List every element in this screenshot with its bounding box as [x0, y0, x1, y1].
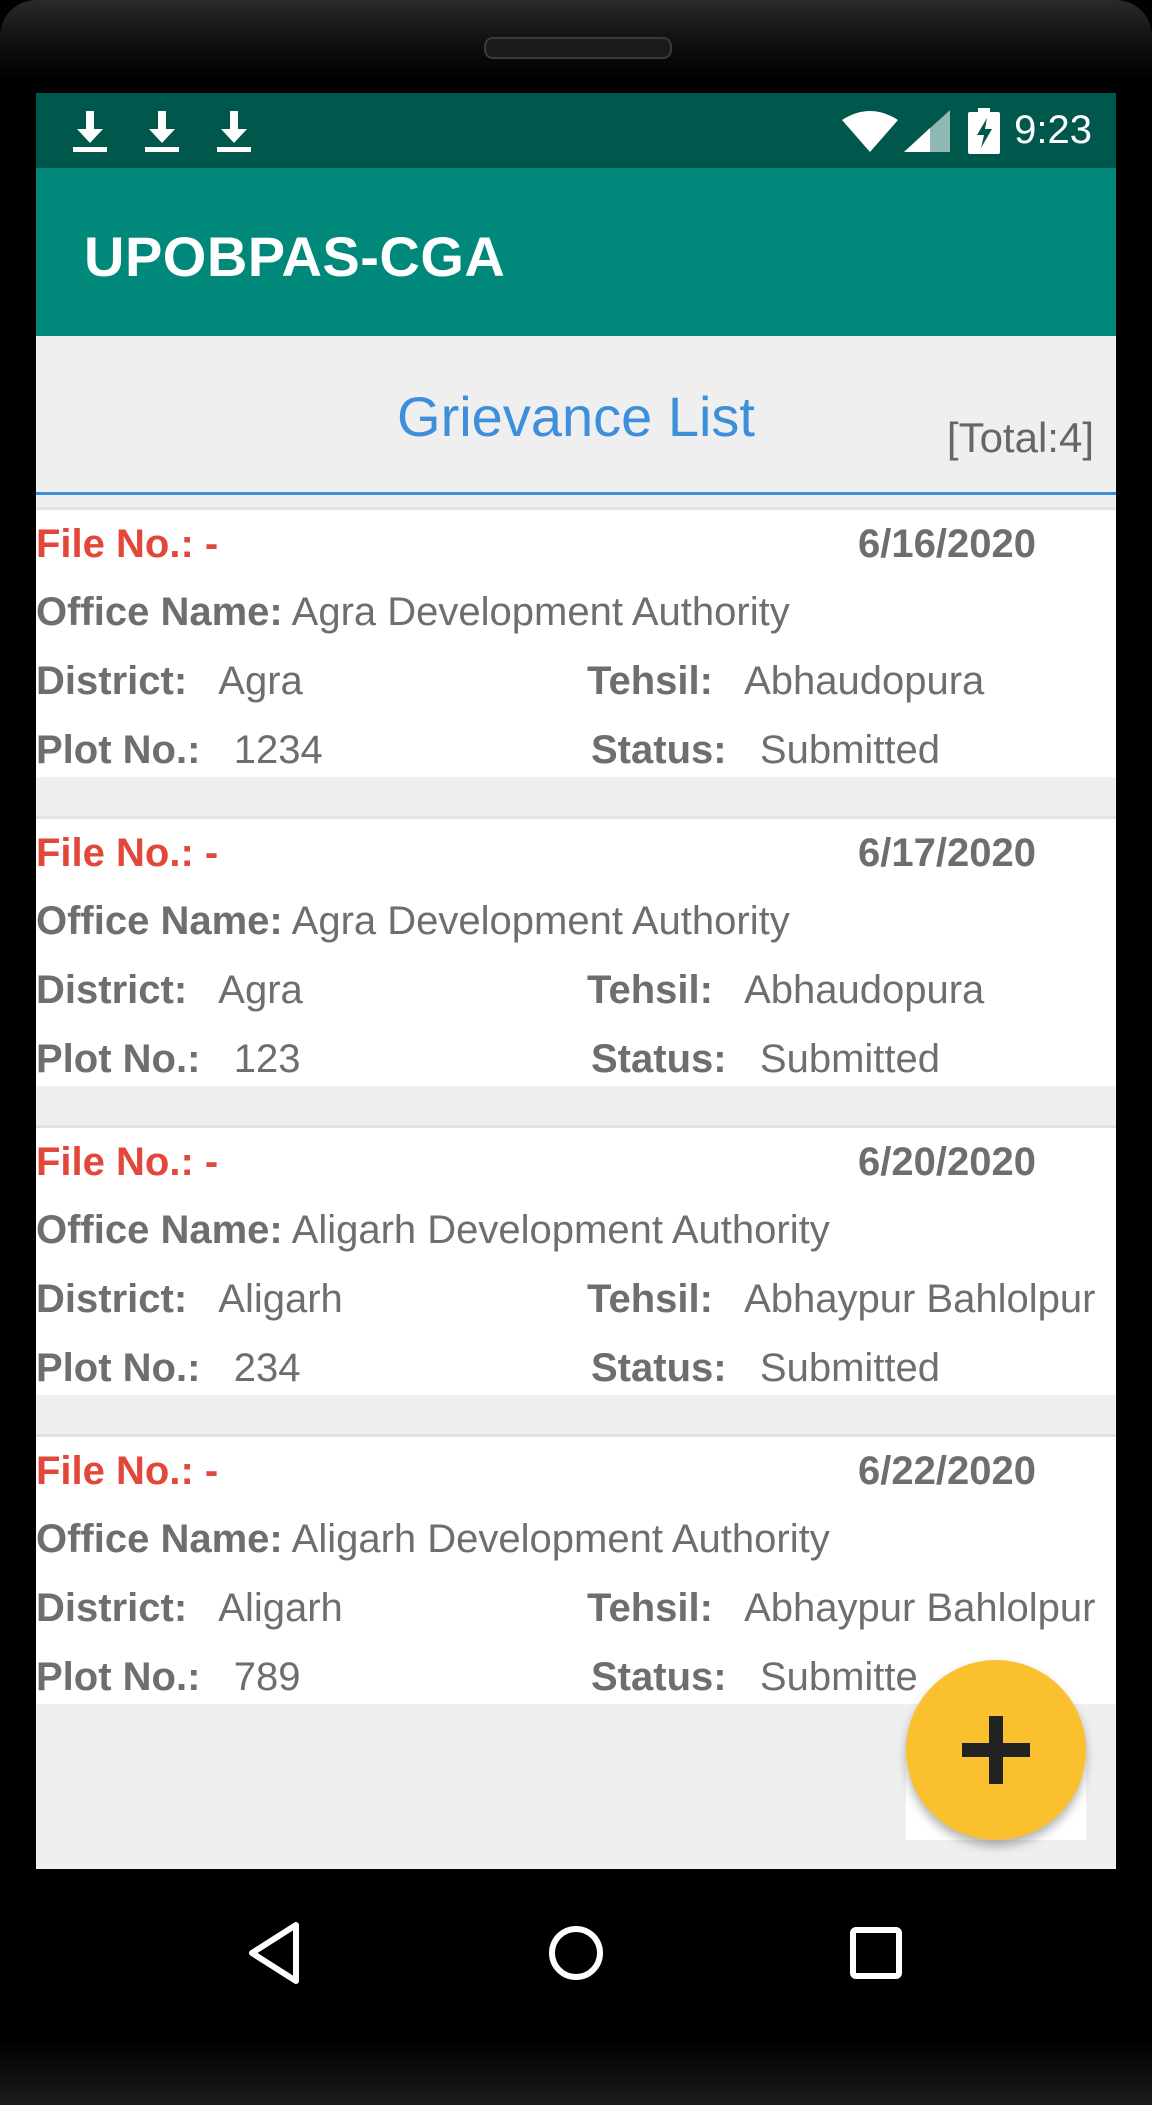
status-bar: 9:23 [36, 93, 1116, 168]
grievance-card[interactable]: File No.: - 6/17/2020 Office Name: Agra … [36, 816, 1116, 1086]
office-name-row: Office Name: Aligarh Development Authori… [36, 1517, 830, 1561]
district-row: District: Agra [36, 968, 303, 1012]
grievance-date: 6/16/2020 [858, 522, 1036, 566]
plot-no-row: Plot No.: 234 [36, 1346, 301, 1390]
plot-no-row: Plot No.: 789 [36, 1655, 301, 1699]
speaker-grille [484, 37, 672, 59]
file-no-row: File No.: - [36, 831, 219, 875]
screen: 9:23 UPOBPAS-CGA Grievance List [Total:4… [36, 93, 1116, 1869]
plus-icon [962, 1716, 1030, 1784]
battery-charging-icon [968, 107, 1001, 154]
recents-icon[interactable] [836, 1913, 916, 1993]
office-name-row: Office Name: Aligarh Development Authori… [36, 1208, 830, 1252]
home-icon[interactable] [536, 1913, 616, 1993]
list-header: Grievance List [Total:4] [36, 336, 1116, 495]
office-name-row: Office Name: Agra Development Authority [36, 590, 790, 634]
district-row: District: Agra [36, 659, 303, 703]
tehsil-row: Tehsil: Abhaudopura [587, 968, 985, 1012]
tehsil-row: Tehsil: Abhaudopura [587, 659, 985, 703]
download-icon [73, 111, 107, 152]
grievance-date: 6/17/2020 [858, 831, 1036, 875]
grievance-card[interactable]: File No.: - 6/16/2020 Office Name: Agra … [36, 507, 1116, 777]
tehsil-row: Tehsil: Abhaypur Bahlolpur [587, 1586, 1096, 1630]
status-row: Status: Submitted [591, 1346, 941, 1390]
file-no-row: File No.: - [36, 1449, 219, 1493]
file-no-row: File No.: - [36, 522, 219, 566]
grievance-date: 6/20/2020 [858, 1140, 1036, 1184]
download-icon [145, 111, 179, 152]
grievance-date: 6/22/2020 [858, 1449, 1036, 1493]
grievance-list: File No.: - 6/16/2020 Office Name: Agra … [36, 507, 1116, 1743]
app-title: UPOBPAS-CGA [84, 225, 506, 288]
back-icon[interactable] [236, 1913, 316, 1993]
app-bar: UPOBPAS-CGA [36, 168, 1116, 336]
plot-no-row: Plot No.: 1234 [36, 728, 323, 772]
navigation-bar [0, 1869, 1152, 2040]
signal-icon [904, 109, 951, 152]
status-row: Status: Submitted [591, 728, 941, 772]
add-grievance-button[interactable] [906, 1660, 1086, 1840]
clock: 9:23 [1014, 108, 1092, 152]
office-name-row: Office Name: Agra Development Authority [36, 899, 790, 943]
wifi-icon [842, 110, 899, 152]
file-no-row: File No.: - [36, 1140, 219, 1184]
total-count: [Total:4] [946, 414, 1094, 461]
download-icon [217, 111, 251, 152]
tehsil-row: Tehsil: Abhaypur Bahlolpur [587, 1277, 1096, 1321]
district-row: District: Aligarh [36, 1277, 343, 1321]
grievance-card[interactable]: File No.: - 6/20/2020 Office Name: Aliga… [36, 1125, 1116, 1395]
plot-no-row: Plot No.: 123 [36, 1037, 301, 1081]
status-row: Status: Submitte [591, 1655, 918, 1699]
district-row: District: Aligarh [36, 1586, 343, 1630]
status-row: Status: Submitted [591, 1037, 941, 1081]
